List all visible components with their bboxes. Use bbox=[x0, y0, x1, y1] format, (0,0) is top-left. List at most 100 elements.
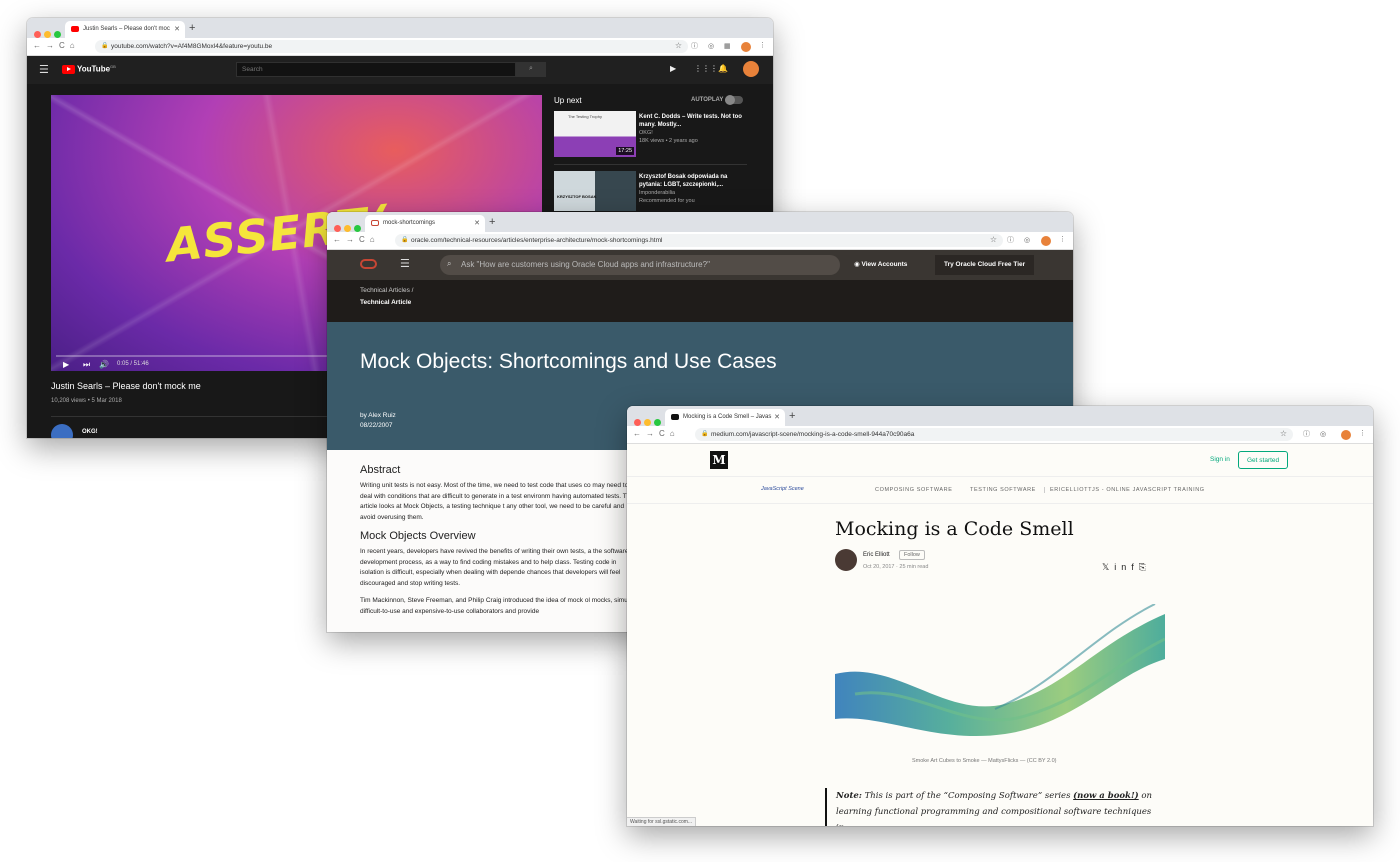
profile-avatar[interactable] bbox=[1341, 430, 1351, 440]
pub-nav-composing[interactable]: COMPOSING SOFTWARE bbox=[875, 487, 953, 493]
user-avatar[interactable] bbox=[743, 61, 759, 77]
extension-icons[interactable]: ⓘ ◎ bbox=[1303, 429, 1330, 439]
publication-nav: JavaScript Scene COMPOSING SOFTWARE TEST… bbox=[627, 477, 1373, 504]
bookmark-star-icon[interactable]: ☆ bbox=[675, 41, 682, 50]
pub-nav-training[interactable]: ERICELLIOTTJS - ONLINE JAVASCRIPT TRAINI… bbox=[1044, 487, 1205, 493]
bookmark-star-icon[interactable]: ☆ bbox=[990, 235, 997, 244]
new-tab-button[interactable]: + bbox=[189, 22, 195, 34]
close-tab-icon[interactable]: ✕ bbox=[774, 413, 780, 421]
video-meta: 18K views • 2 years ago bbox=[639, 138, 698, 144]
url-text: medium.com/javascript-scene/mocking-is-a… bbox=[711, 431, 915, 438]
youtube-favicon-icon bbox=[71, 26, 79, 32]
follow-button[interactable]: Follow bbox=[899, 550, 925, 560]
search-placeholder: Ask "How are customers using Oracle Clou… bbox=[461, 260, 710, 269]
twitter-icon[interactable]: 𝕏 bbox=[1102, 562, 1114, 572]
get-started-button[interactable]: Get started bbox=[1238, 451, 1289, 469]
browser-tab[interactable]: Justin Searls – Please don't moc ✕ bbox=[65, 21, 185, 38]
divider bbox=[554, 164, 747, 165]
minimize-window-button[interactable] bbox=[344, 225, 351, 232]
oracle-favicon-icon bbox=[371, 220, 379, 226]
note-blockquote: Note: This is part of the “Composing Sof… bbox=[825, 788, 1160, 826]
browser-tab[interactable]: mock-shortcomings ✕ bbox=[365, 215, 485, 232]
pub-nav-testing[interactable]: TESTING SOFTWARE bbox=[970, 487, 1036, 493]
menu-icon[interactable]: ☰ bbox=[400, 257, 410, 270]
play-icon[interactable]: ▶ bbox=[63, 360, 69, 369]
medium-logo-icon[interactable]: M bbox=[710, 451, 728, 469]
address-bar: ←→C⌂ 🔒 oracle.com/technical-resources/ar… bbox=[327, 232, 1073, 250]
thumbnail-text: KRZYSZTOF BOSAK bbox=[557, 194, 597, 199]
medium-favicon-icon bbox=[671, 414, 679, 420]
video-info[interactable]: Krzysztof Bosak odpowiada na pytania: LG… bbox=[639, 173, 749, 205]
logo-text: YouTube bbox=[77, 64, 111, 74]
close-window-button[interactable] bbox=[334, 225, 341, 232]
publication-logo[interactable]: JavaScript Scene bbox=[761, 486, 804, 492]
book-link[interactable]: (now a book!) bbox=[1073, 791, 1139, 801]
close-tab-icon[interactable]: ✕ bbox=[174, 25, 180, 33]
new-tab-button[interactable]: + bbox=[489, 216, 495, 228]
new-tab-button[interactable]: + bbox=[789, 410, 795, 422]
maximize-window-button[interactable] bbox=[54, 31, 61, 38]
url-field[interactable]: 🔒 youtube.com/watch?v=Af4M8GMoxl4&featur… bbox=[95, 40, 688, 53]
medium-page: M Sign in Get started JavaScript Scene C… bbox=[627, 444, 1373, 826]
close-window-button[interactable] bbox=[34, 31, 41, 38]
volume-icon[interactable]: 🔊 bbox=[99, 360, 109, 369]
video-title: Kent C. Dodds – Write tests. Not too man… bbox=[639, 114, 742, 128]
url-field[interactable]: 🔒 oracle.com/technical-resources/article… bbox=[395, 234, 1003, 247]
search-input[interactable]: ⌕ Ask "How are customers using Oracle Cl… bbox=[440, 255, 840, 275]
apps-grid-icon[interactable]: ⋮⋮⋮ bbox=[694, 64, 718, 73]
view-accounts-label: View Accounts bbox=[861, 261, 908, 268]
sign-in-link[interactable]: Sign in bbox=[1210, 456, 1230, 463]
share-icons: 𝕏inf⎘ bbox=[1102, 562, 1151, 573]
paragraph: Writing unit tests is not easy. Most of … bbox=[360, 482, 636, 521]
video-thumbnail[interactable]: The Testing Trophy 17:25 bbox=[554, 111, 636, 157]
profile-avatar[interactable] bbox=[1041, 236, 1051, 246]
nav-buttons[interactable]: ←→C⌂ bbox=[633, 429, 680, 438]
hamburger-menu-icon[interactable]: ☰ bbox=[39, 63, 49, 76]
video-channel: OKG! bbox=[639, 130, 653, 136]
video-info[interactable]: Kent C. Dodds – Write tests. Not too man… bbox=[639, 113, 749, 145]
author-name[interactable]: Eric Elliott bbox=[863, 552, 890, 558]
browser-menu-icon[interactable]: ⋮ bbox=[759, 41, 770, 49]
youtube-logo[interactable]: YouTubeGB bbox=[62, 64, 116, 75]
extension-icons[interactable]: ⓘ ◎ ▦ bbox=[691, 41, 735, 51]
create-video-icon[interactable]: ▶ bbox=[670, 64, 676, 73]
nav-buttons[interactable]: ←→C⌂ bbox=[33, 41, 80, 50]
maximize-window-button[interactable] bbox=[654, 419, 661, 426]
minimize-window-button[interactable] bbox=[644, 419, 651, 426]
linkedin-icon[interactable]: in bbox=[1114, 562, 1131, 572]
tab-bar: Justin Searls – Please don't moc ✕ + bbox=[27, 18, 773, 38]
try-free-tier-button[interactable]: Try Oracle Cloud Free Tier bbox=[935, 255, 1035, 275]
minimize-window-button[interactable] bbox=[44, 31, 51, 38]
url-field[interactable]: 🔒 medium.com/javascript-scene/mocking-is… bbox=[695, 428, 1293, 441]
extension-icons[interactable]: ⓘ ◎ bbox=[1007, 235, 1034, 245]
next-video-icon[interactable]: ⏭ bbox=[83, 360, 90, 370]
bookmark-icon[interactable]: ⎘ bbox=[1139, 562, 1151, 572]
channel-avatar[interactable] bbox=[51, 424, 73, 438]
lock-icon: 🔒 bbox=[401, 237, 409, 243]
profile-avatar[interactable] bbox=[741, 42, 751, 52]
breadcrumb-parent-link[interactable]: Technical Articles / bbox=[360, 287, 413, 294]
channel-name[interactable]: OKG! bbox=[82, 429, 98, 435]
video-thumbnail[interactable]: KRZYSZTOF BOSAK bbox=[554, 171, 636, 211]
view-accounts-link[interactable]: ◉ View Accounts bbox=[854, 260, 907, 268]
browser-menu-icon[interactable]: ⋮ bbox=[1059, 235, 1070, 243]
article-title: Mocking is a Code Smell bbox=[835, 518, 1074, 540]
bookmark-star-icon[interactable]: ☆ bbox=[1280, 429, 1287, 438]
article-date: 08/22/2007 bbox=[360, 422, 393, 429]
author-avatar[interactable] bbox=[835, 549, 857, 571]
nav-buttons[interactable]: ←→C⌂ bbox=[333, 235, 380, 244]
maximize-window-button[interactable] bbox=[354, 225, 361, 232]
breadcrumb: Technical Articles / Technical Article bbox=[327, 280, 1073, 322]
paragraph: In recent years, developers have revived… bbox=[360, 548, 629, 587]
video-channel: Imponderabilia bbox=[639, 190, 676, 196]
close-tab-icon[interactable]: ✕ bbox=[474, 219, 480, 227]
search-input[interactable]: Search bbox=[236, 62, 516, 77]
browser-tab[interactable]: Mocking is a Code Smell – Javas ✕ bbox=[665, 409, 785, 426]
facebook-icon[interactable]: f bbox=[1131, 562, 1139, 572]
oracle-logo-icon[interactable] bbox=[360, 259, 377, 269]
notifications-bell-icon[interactable]: 🔔 bbox=[718, 64, 728, 73]
browser-menu-icon[interactable]: ⋮ bbox=[1359, 429, 1370, 437]
close-window-button[interactable] bbox=[634, 419, 641, 426]
search-button[interactable]: ⌕ bbox=[516, 62, 546, 77]
autoplay-toggle[interactable] bbox=[725, 95, 743, 105]
